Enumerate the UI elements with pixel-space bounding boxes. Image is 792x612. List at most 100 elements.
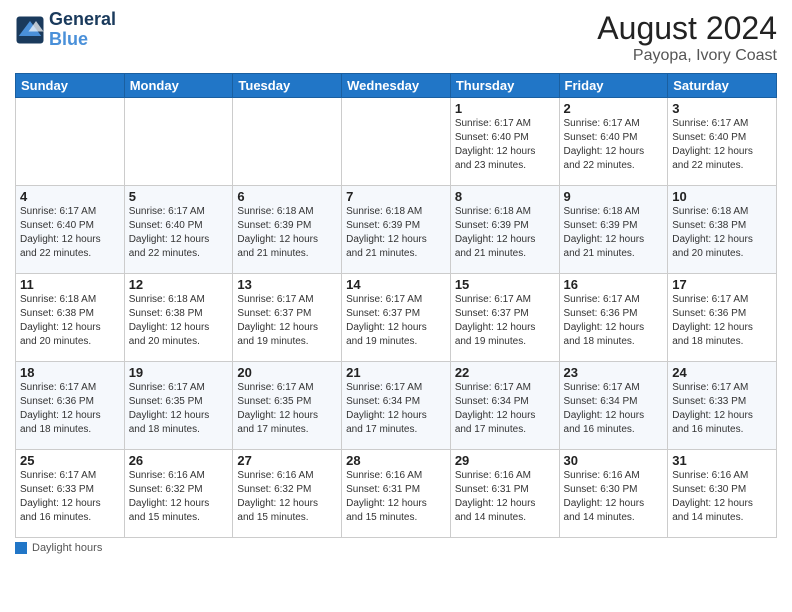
calendar-cell: 31Sunrise: 6:16 AM Sunset: 6:30 PM Dayli… [668, 450, 777, 538]
calendar-week-1: 4 Sunrise: 6:17 AM Sunset: 6:40 PM Daylig… [16, 186, 777, 274]
day-number: 3 [672, 101, 772, 116]
calendar-cell [342, 98, 451, 186]
calendar-header-thursday: Thursday [450, 74, 559, 98]
day-number: 30 [564, 453, 664, 468]
calendar-cell: 20Sunrise: 6:17 AM Sunset: 6:35 PM Dayli… [233, 362, 342, 450]
day-number: 24 [672, 365, 772, 380]
day-info: Sunrise: 6:17 AM Sunset: 6:34 PM Dayligh… [564, 381, 664, 437]
day-info: Sunrise: 6:17 AM Sunset: 6:34 PM Dayligh… [346, 381, 446, 437]
day-info: Sunrise: 6:16 AM Sunset: 6:32 PM Dayligh… [237, 469, 337, 525]
day-info: Sunrise: 6:17 AM Sunset: 6:40 PM Dayligh… [129, 205, 229, 261]
location-title: Payopa, Ivory Coast [597, 47, 777, 65]
day-info: Sunrise: 6:17 AM Sunset: 6:36 PM Dayligh… [20, 381, 120, 437]
day-number: 26 [129, 453, 229, 468]
day-number: 2 [564, 101, 664, 116]
calendar-week-0: 1Sunrise: 6:17 AM Sunset: 6:40 PM Daylig… [16, 98, 777, 186]
calendar-cell: 14Sunrise: 6:17 AM Sunset: 6:37 PM Dayli… [342, 274, 451, 362]
day-info: Sunrise: 6:17 AM Sunset: 6:40 PM Dayligh… [564, 117, 664, 173]
calendar-cell: 25Sunrise: 6:17 AM Sunset: 6:33 PM Dayli… [16, 450, 125, 538]
day-info: Sunrise: 6:17 AM Sunset: 6:36 PM Dayligh… [672, 293, 772, 349]
calendar-cell: 11Sunrise: 6:18 AM Sunset: 6:38 PM Dayli… [16, 274, 125, 362]
page: General Blue August 2024 Payopa, Ivory C… [0, 0, 792, 612]
calendar-cell [233, 98, 342, 186]
calendar-header-wednesday: Wednesday [342, 74, 451, 98]
day-info: Sunrise: 6:17 AM Sunset: 6:40 PM Dayligh… [672, 117, 772, 173]
day-number: 6 [237, 189, 337, 204]
calendar-cell: 24Sunrise: 6:17 AM Sunset: 6:33 PM Dayli… [668, 362, 777, 450]
calendar-cell: 28Sunrise: 6:16 AM Sunset: 6:31 PM Dayli… [342, 450, 451, 538]
logo-line1: General [49, 10, 116, 30]
day-info: Sunrise: 6:18 AM Sunset: 6:39 PM Dayligh… [564, 205, 664, 261]
calendar-cell: 1Sunrise: 6:17 AM Sunset: 6:40 PM Daylig… [450, 98, 559, 186]
calendar-cell: 17Sunrise: 6:17 AM Sunset: 6:36 PM Dayli… [668, 274, 777, 362]
logo-icon [15, 15, 45, 45]
calendar-header-monday: Monday [124, 74, 233, 98]
daylight-box [15, 542, 27, 554]
calendar-cell: 3Sunrise: 6:17 AM Sunset: 6:40 PM Daylig… [668, 98, 777, 186]
day-info: Sunrise: 6:17 AM Sunset: 6:33 PM Dayligh… [20, 469, 120, 525]
calendar-week-4: 25Sunrise: 6:17 AM Sunset: 6:33 PM Dayli… [16, 450, 777, 538]
footer: Daylight hours [15, 542, 777, 554]
day-info: Sunrise: 6:18 AM Sunset: 6:38 PM Dayligh… [20, 293, 120, 349]
calendar-week-3: 18Sunrise: 6:17 AM Sunset: 6:36 PM Dayli… [16, 362, 777, 450]
logo: General Blue [15, 10, 116, 50]
day-number: 7 [346, 189, 446, 204]
day-number: 8 [455, 189, 555, 204]
calendar-cell: 9Sunrise: 6:18 AM Sunset: 6:39 PM Daylig… [559, 186, 668, 274]
day-info: Sunrise: 6:16 AM Sunset: 6:31 PM Dayligh… [455, 469, 555, 525]
day-number: 25 [20, 453, 120, 468]
day-number: 20 [237, 365, 337, 380]
calendar-cell: 18Sunrise: 6:17 AM Sunset: 6:36 PM Dayli… [16, 362, 125, 450]
calendar-cell: 8Sunrise: 6:18 AM Sunset: 6:39 PM Daylig… [450, 186, 559, 274]
calendar-cell: 30Sunrise: 6:16 AM Sunset: 6:30 PM Dayli… [559, 450, 668, 538]
day-info: Sunrise: 6:17 AM Sunset: 6:35 PM Dayligh… [237, 381, 337, 437]
calendar-cell: 27Sunrise: 6:16 AM Sunset: 6:32 PM Dayli… [233, 450, 342, 538]
header: General Blue August 2024 Payopa, Ivory C… [15, 10, 777, 65]
calendar-cell: 19Sunrise: 6:17 AM Sunset: 6:35 PM Dayli… [124, 362, 233, 450]
day-number: 22 [455, 365, 555, 380]
calendar-week-2: 11Sunrise: 6:18 AM Sunset: 6:38 PM Dayli… [16, 274, 777, 362]
day-number: 16 [564, 277, 664, 292]
day-info: Sunrise: 6:17 AM Sunset: 6:37 PM Dayligh… [237, 293, 337, 349]
logo-line2: Blue [49, 30, 116, 50]
day-number: 19 [129, 365, 229, 380]
day-number: 10 [672, 189, 772, 204]
day-info: Sunrise: 6:17 AM Sunset: 6:35 PM Dayligh… [129, 381, 229, 437]
calendar-header-saturday: Saturday [668, 74, 777, 98]
day-info: Sunrise: 6:17 AM Sunset: 6:37 PM Dayligh… [455, 293, 555, 349]
calendar-cell: 21Sunrise: 6:17 AM Sunset: 6:34 PM Dayli… [342, 362, 451, 450]
day-number: 1 [455, 101, 555, 116]
calendar-cell: 29Sunrise: 6:16 AM Sunset: 6:31 PM Dayli… [450, 450, 559, 538]
calendar-cell: 6Sunrise: 6:18 AM Sunset: 6:39 PM Daylig… [233, 186, 342, 274]
day-info: Sunrise: 6:18 AM Sunset: 6:38 PM Dayligh… [129, 293, 229, 349]
day-info: Sunrise: 6:18 AM Sunset: 6:39 PM Dayligh… [346, 205, 446, 261]
day-number: 23 [564, 365, 664, 380]
day-info: Sunrise: 6:16 AM Sunset: 6:30 PM Dayligh… [672, 469, 772, 525]
calendar-cell: 12Sunrise: 6:18 AM Sunset: 6:38 PM Dayli… [124, 274, 233, 362]
day-info: Sunrise: 6:17 AM Sunset: 6:40 PM Dayligh… [455, 117, 555, 173]
day-number: 5 [129, 189, 229, 204]
day-info: Sunrise: 6:18 AM Sunset: 6:39 PM Dayligh… [455, 205, 555, 261]
day-info: Sunrise: 6:16 AM Sunset: 6:31 PM Dayligh… [346, 469, 446, 525]
day-number: 18 [20, 365, 120, 380]
calendar-table: SundayMondayTuesdayWednesdayThursdayFrid… [15, 73, 777, 538]
calendar-cell [16, 98, 125, 186]
title-block: August 2024 Payopa, Ivory Coast [597, 10, 777, 65]
calendar-cell: 13Sunrise: 6:17 AM Sunset: 6:37 PM Dayli… [233, 274, 342, 362]
calendar-cell: 23Sunrise: 6:17 AM Sunset: 6:34 PM Dayli… [559, 362, 668, 450]
day-number: 12 [129, 277, 229, 292]
calendar-cell: 22Sunrise: 6:17 AM Sunset: 6:34 PM Dayli… [450, 362, 559, 450]
day-number: 9 [564, 189, 664, 204]
calendar-cell: 5Sunrise: 6:17 AM Sunset: 6:40 PM Daylig… [124, 186, 233, 274]
day-info: Sunrise: 6:16 AM Sunset: 6:32 PM Dayligh… [129, 469, 229, 525]
day-number: 31 [672, 453, 772, 468]
day-number: 15 [455, 277, 555, 292]
calendar-cell [124, 98, 233, 186]
calendar-cell: 16Sunrise: 6:17 AM Sunset: 6:36 PM Dayli… [559, 274, 668, 362]
calendar-header-row: SundayMondayTuesdayWednesdayThursdayFrid… [16, 74, 777, 98]
day-number: 4 [20, 189, 120, 204]
calendar-header-tuesday: Tuesday [233, 74, 342, 98]
calendar-cell: 26Sunrise: 6:16 AM Sunset: 6:32 PM Dayli… [124, 450, 233, 538]
day-info: Sunrise: 6:17 AM Sunset: 6:34 PM Dayligh… [455, 381, 555, 437]
calendar-header-sunday: Sunday [16, 74, 125, 98]
